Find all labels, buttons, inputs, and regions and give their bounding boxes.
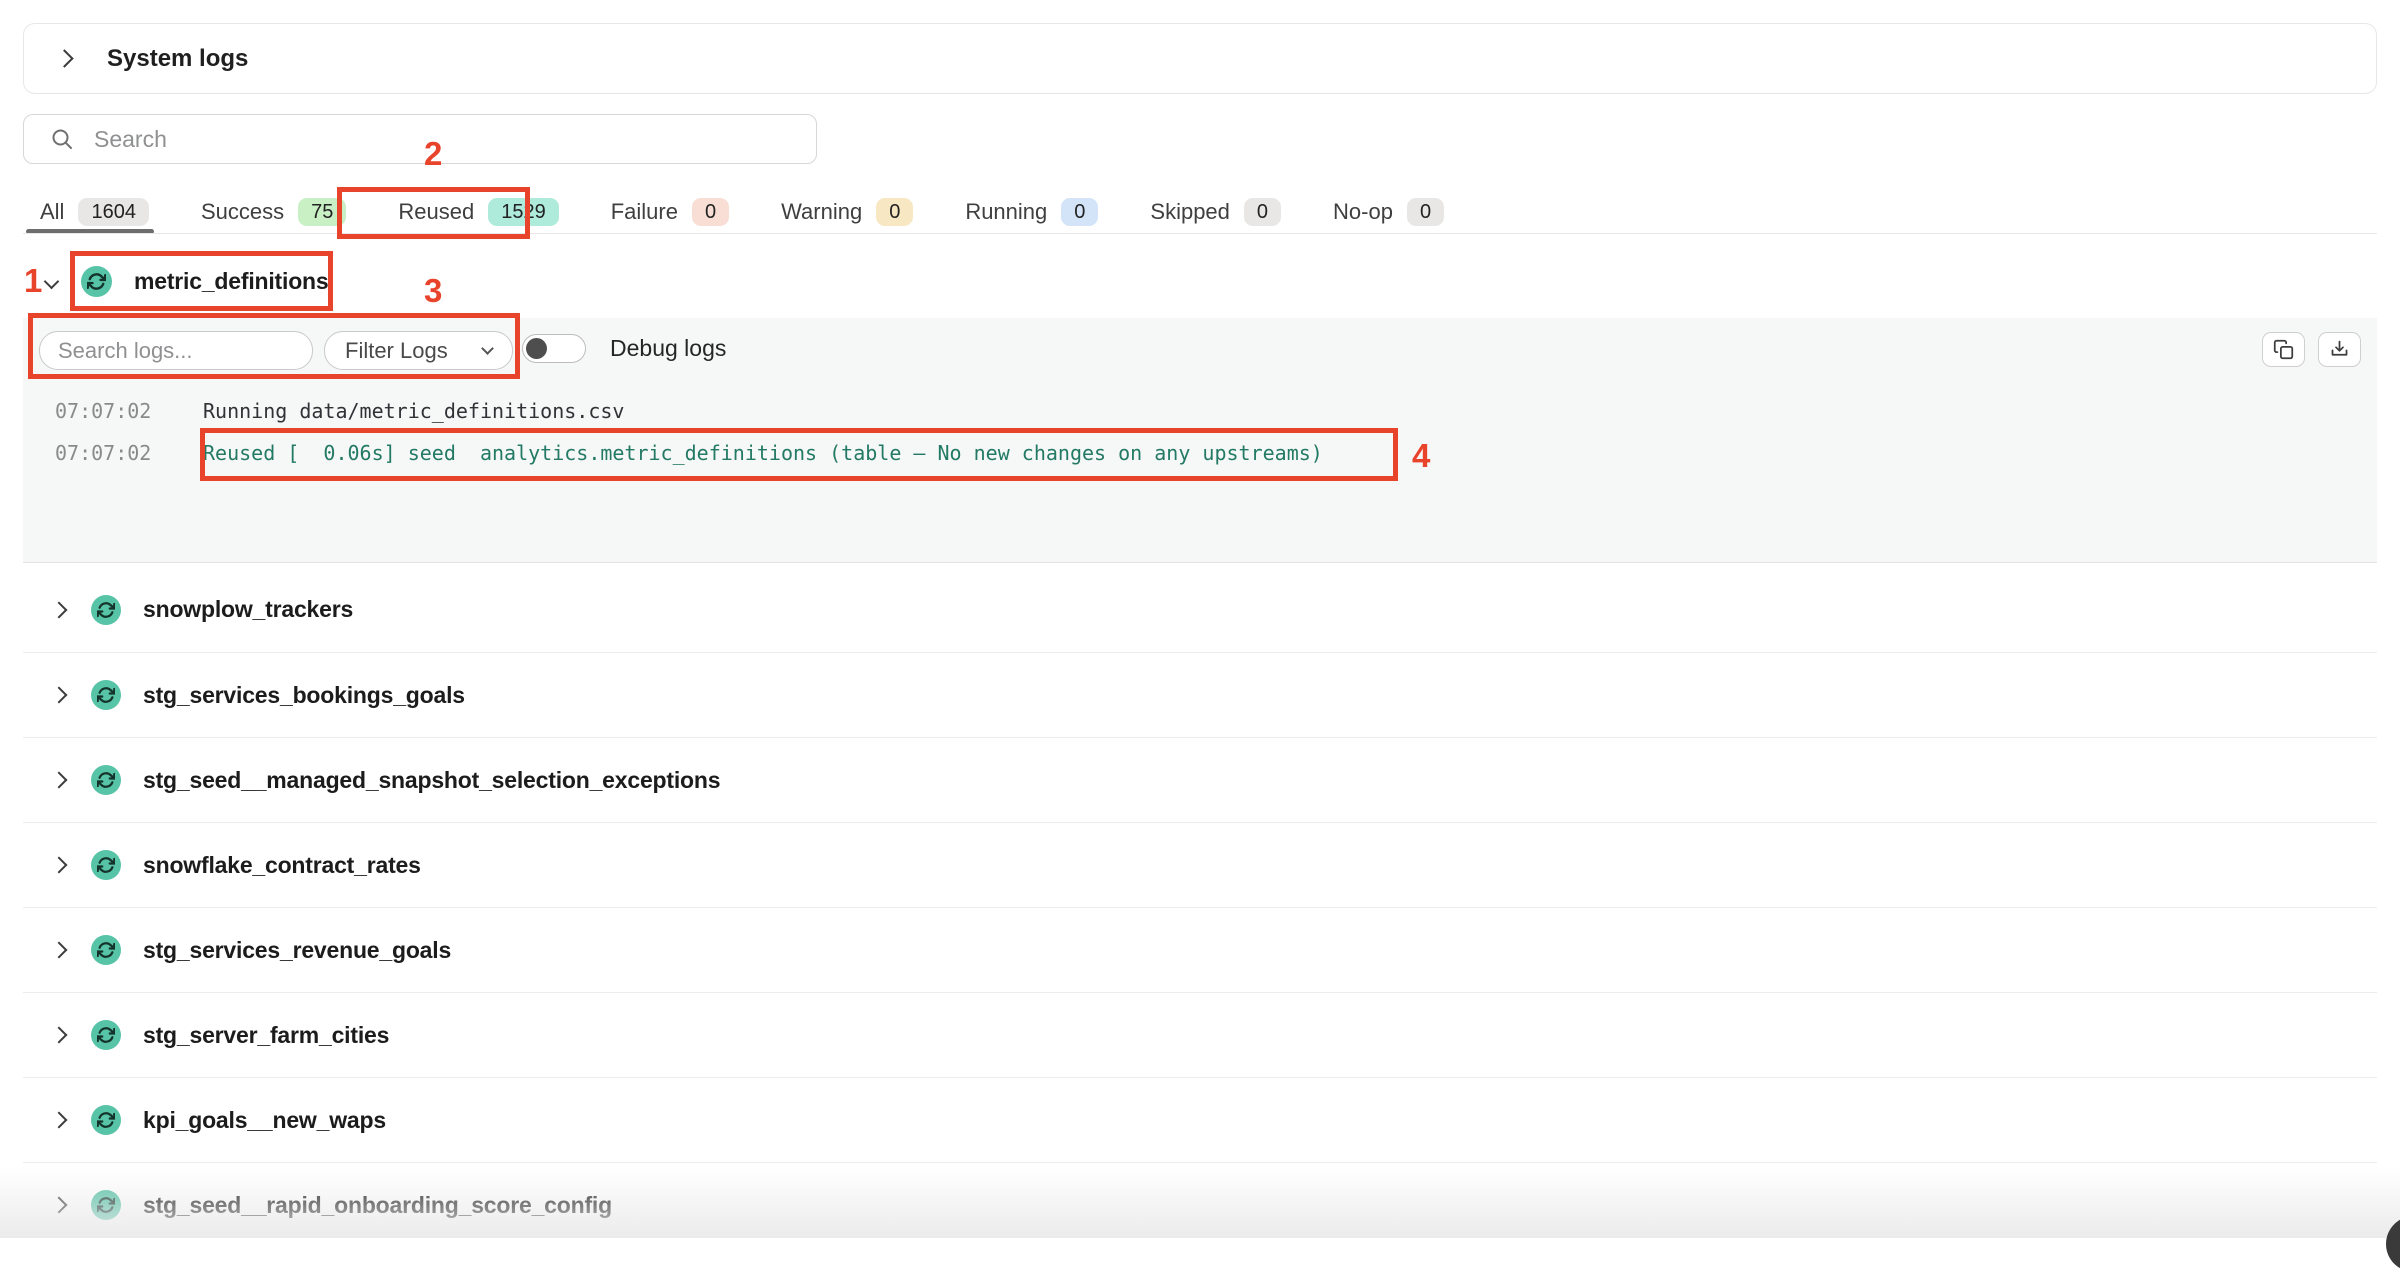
- reused-sync-icon: [91, 680, 121, 710]
- tab-skipped[interactable]: Skipped 0: [1150, 198, 1281, 226]
- logs-search-input[interactable]: [58, 338, 288, 364]
- expanded-log-item-metric-definitions[interactable]: metric_definitions: [46, 255, 329, 307]
- node-name: stg_seed__rapid_onboarding_score_config: [143, 1192, 612, 1219]
- search-input[interactable]: [94, 126, 734, 153]
- copy-icon: [2273, 339, 2294, 360]
- node-name: stg_services_revenue_goals: [143, 937, 451, 964]
- log-message: Running data/metric_definitions.csv: [203, 399, 624, 423]
- download-icon: [2329, 339, 2350, 360]
- tab-failure[interactable]: Failure 0: [611, 198, 729, 226]
- tab-running[interactable]: Running 0: [965, 198, 1098, 226]
- log-timestamp: 07:07:02: [55, 441, 147, 465]
- log-item-stg-services-revenue-goals[interactable]: stg_services_revenue_goals: [23, 907, 2377, 992]
- log-item-kpi-goals-new-waps[interactable]: kpi_goals__new_waps: [23, 1077, 2377, 1162]
- chevron-down-icon: [481, 342, 494, 355]
- toggle-knob: [526, 338, 547, 359]
- log-item-stg-services-bookings-goals[interactable]: stg_services_bookings_goals: [23, 652, 2377, 737]
- logs-search[interactable]: [39, 331, 313, 370]
- reused-sync-icon: [91, 1020, 121, 1050]
- reused-sync-icon: [91, 1105, 121, 1135]
- reused-sync-icon: [91, 850, 121, 880]
- count-badge: 75: [298, 198, 346, 226]
- node-name: snowplow_trackers: [143, 596, 353, 623]
- log-line: 07:07:02 Running data/metric_definitions…: [0, 399, 624, 423]
- log-item-stg-seed-managed-snapshot-selection-exceptions[interactable]: stg_seed__managed_snapshot_selection_exc…: [23, 737, 2377, 822]
- download-logs-button[interactable]: [2318, 332, 2361, 367]
- tab-reused[interactable]: Reused 1529: [398, 198, 558, 226]
- count-badge: 0: [1061, 198, 1098, 226]
- log-item-list: snowplow_trackers stg_services_bookings_…: [23, 567, 2377, 1247]
- log-item-snowplow-trackers[interactable]: snowplow_trackers: [23, 567, 2377, 652]
- node-name: metric_definitions: [134, 268, 329, 295]
- filter-logs-dropdown[interactable]: Filter Logs: [324, 331, 513, 370]
- system-logs-header[interactable]: System logs: [23, 23, 2377, 94]
- chevron-right-icon[interactable]: [51, 1027, 68, 1044]
- count-badge: 0: [1407, 198, 1444, 226]
- chevron-right-icon[interactable]: [51, 772, 68, 789]
- annotation-number-3: 3: [424, 272, 442, 310]
- debug-logs-label: Debug logs: [610, 334, 726, 363]
- status-tabs: All 1604 Success 75 Reused 1529 Failure …: [40, 190, 1444, 234]
- tab-warning[interactable]: Warning 0: [781, 198, 913, 226]
- tab-noop[interactable]: No-op 0: [1333, 198, 1444, 226]
- node-name: stg_services_bookings_goals: [143, 682, 465, 709]
- reused-sync-icon: [91, 935, 121, 965]
- log-line: 07:07:02 Reused [ 0.06s] seed analytics.…: [0, 441, 1323, 465]
- count-badge: 0: [692, 198, 729, 226]
- count-badge: 1529: [488, 198, 559, 226]
- tab-success[interactable]: Success 75: [201, 198, 346, 226]
- chevron-right-icon[interactable]: [51, 1112, 68, 1129]
- tabs-divider: [23, 233, 2377, 234]
- copy-logs-button[interactable]: [2262, 332, 2305, 367]
- chevron-right-icon[interactable]: [55, 49, 73, 67]
- global-search[interactable]: [23, 114, 817, 164]
- page-title: System logs: [107, 45, 248, 73]
- node-name: snowflake_contract_rates: [143, 852, 421, 879]
- debug-logs-toggle[interactable]: [522, 334, 586, 363]
- log-item-snowflake-contract-rates[interactable]: snowflake_contract_rates: [23, 822, 2377, 907]
- tab-all[interactable]: All 1604: [40, 198, 149, 226]
- log-message-reused: Reused [ 0.06s] seed analytics.metric_de…: [203, 441, 1323, 465]
- log-item-stg-seed-rapid-onboarding-score-config[interactable]: stg_seed__rapid_onboarding_score_config: [23, 1162, 2377, 1247]
- chevron-down-icon[interactable]: [44, 273, 60, 289]
- annotation-number-1: 1: [24, 262, 42, 300]
- reused-sync-icon: [91, 1190, 121, 1220]
- count-badge: 1604: [78, 198, 149, 226]
- search-icon: [50, 127, 74, 151]
- chevron-right-icon[interactable]: [51, 1197, 68, 1214]
- chat-widget-partial[interactable]: [2386, 1216, 2400, 1272]
- log-timestamp: 07:07:02: [55, 399, 147, 423]
- count-badge: 0: [1244, 198, 1281, 226]
- node-name: stg_server_farm_cities: [143, 1022, 389, 1049]
- reused-sync-icon: [91, 595, 121, 625]
- count-badge: 0: [876, 198, 913, 226]
- node-name: kpi_goals__new_waps: [143, 1107, 386, 1134]
- reused-sync-icon: [81, 266, 112, 297]
- chevron-right-icon[interactable]: [51, 687, 68, 704]
- chevron-right-icon[interactable]: [51, 942, 68, 959]
- log-item-stg-server-farm-cities[interactable]: stg_server_farm_cities: [23, 992, 2377, 1077]
- chevron-right-icon[interactable]: [51, 857, 68, 874]
- reused-sync-icon: [91, 765, 121, 795]
- chevron-right-icon[interactable]: [51, 601, 68, 618]
- node-name: stg_seed__managed_snapshot_selection_exc…: [143, 767, 720, 794]
